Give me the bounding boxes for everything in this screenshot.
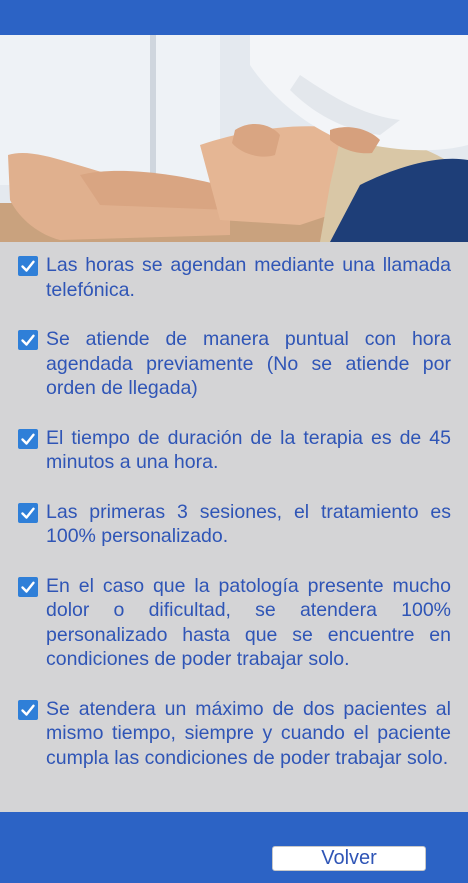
list-item-text: El tiempo de duración de la terapia es d…: [46, 426, 451, 474]
list-item-text: Se atiende de manera puntual con hora ag…: [46, 328, 451, 399]
checkbox-checked-icon: [18, 330, 38, 350]
list-item-text: Se atendera un máximo de dos pacientes a…: [46, 697, 451, 769]
list-item: Se atendera un máximo de dos pacientes a…: [18, 697, 451, 771]
back-button[interactable]: Volver: [272, 846, 426, 871]
checkbox-checked-icon: [18, 576, 38, 597]
list-item: En el caso que la patología presente muc…: [18, 574, 451, 672]
list-item-text: Las horas se agendan mediante una llamad…: [46, 254, 451, 301]
hero-image: [0, 35, 468, 242]
top-bar: [0, 0, 468, 35]
list-item: Las horas se agendan mediante una llamad…: [18, 253, 451, 302]
checkbox-checked-icon: [18, 699, 38, 720]
footer-bar: Volver: [0, 812, 468, 883]
checkbox-checked-icon: [18, 428, 38, 449]
list-item: Las primeras 3 sesiones, el tratamiento …: [18, 500, 451, 549]
list-item-text: Las primeras 3 sesiones, el tratamiento …: [46, 500, 451, 548]
list-item: El tiempo de duración de la terapia es d…: [18, 426, 451, 475]
list-item-text: En el caso que la patología presente muc…: [46, 574, 451, 671]
checkbox-checked-icon: [18, 256, 38, 276]
checkbox-checked-icon: [18, 502, 38, 523]
list-item: Se atiende de manera puntual con hora ag…: [18, 327, 451, 401]
info-panel: Las horas se agendan mediante una llamad…: [0, 242, 468, 812]
